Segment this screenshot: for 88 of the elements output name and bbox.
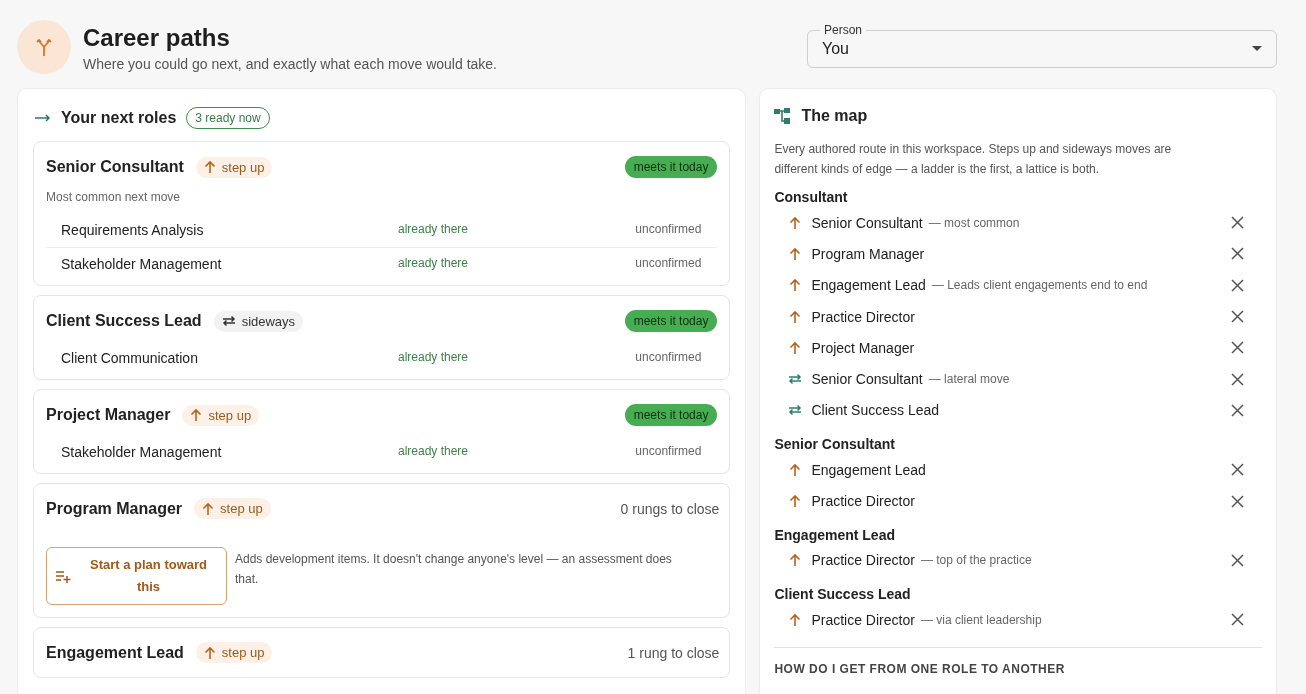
arrow-up-icon xyxy=(788,278,803,293)
swap-arrows-icon xyxy=(788,373,803,386)
hierarchy-icon xyxy=(774,108,792,124)
arrow-up-icon xyxy=(788,340,803,355)
page-title: Career paths xyxy=(83,24,231,52)
arrow-up-icon xyxy=(190,408,203,422)
status-badge: meets it today xyxy=(624,404,718,426)
route-target: Program Manager xyxy=(811,245,925,262)
start-plan-button[interactable]: Start a plan toward this xyxy=(46,547,227,605)
page-subtitle: Where you could go next, and exactly what each move would take. xyxy=(83,56,498,72)
route-target: Practice Director xyxy=(811,611,915,628)
map-description: Every authored route in this workspace. Steps up and sideways moves are different kinds of edge — a ladder is the first, a lattice is both. xyxy=(774,141,1173,178)
arrow-up-icon xyxy=(788,215,803,230)
route-note: — via client leadership xyxy=(920,612,1042,627)
skill-state: already there xyxy=(398,256,470,272)
group-heading: Engagement Lead xyxy=(774,526,896,543)
close-icon[interactable] xyxy=(1231,247,1244,261)
close-icon[interactable] xyxy=(1231,463,1244,477)
role-title: Project Manager xyxy=(46,406,171,424)
skill-state: already there xyxy=(398,222,470,238)
arrow-up-icon xyxy=(202,501,215,516)
move-tag: sideways xyxy=(213,310,304,332)
route-note: — top of the practice xyxy=(920,553,1032,568)
route-target: Senior Consultant xyxy=(811,371,923,388)
status-badge: meets it today xyxy=(624,156,718,178)
dropdown-caret-icon xyxy=(1252,46,1262,52)
swap-arrows-icon xyxy=(221,315,236,327)
confirmation-status: unconfirmed xyxy=(635,444,702,460)
route-note: — lateral move xyxy=(928,372,1010,387)
confirmation-status: unconfirmed xyxy=(635,350,702,366)
route-target: Practice Director xyxy=(811,308,915,325)
arrow-up-icon xyxy=(203,160,216,174)
plan-note: Adds development items. It doesn't change anyone's level — an assessment does that. xyxy=(235,551,673,588)
close-icon[interactable] xyxy=(1231,494,1244,508)
route-target: Engagement Lead xyxy=(811,461,926,478)
arrow-up-icon xyxy=(788,462,803,477)
arrow-up-icon xyxy=(203,645,216,660)
skill-name: Stakeholder Management xyxy=(61,256,223,272)
close-icon[interactable] xyxy=(1231,216,1244,230)
arrow-up-icon xyxy=(788,246,803,261)
move-tag: step up xyxy=(194,498,271,519)
route-target: Senior Consultant xyxy=(811,214,923,231)
skill-name: Stakeholder Management xyxy=(61,444,223,460)
skill-state: already there xyxy=(398,350,470,366)
section-title: Your next roles xyxy=(61,109,177,127)
route-target: Client Success Lead xyxy=(811,402,940,419)
arrow-up-icon xyxy=(788,494,803,508)
group-heading: Client Success Lead xyxy=(774,585,912,602)
route-target: Project Manager xyxy=(811,339,915,356)
section-title: The map xyxy=(801,107,868,125)
role-subtitle: Most common next move xyxy=(46,190,182,204)
close-icon[interactable] xyxy=(1231,278,1244,292)
close-icon[interactable] xyxy=(1231,403,1244,417)
role-title: Engagement Lead xyxy=(46,643,184,662)
move-tag: step up xyxy=(195,156,273,178)
confirmation-status: unconfirmed xyxy=(635,222,702,238)
rungs-to-close: 1 rung to close xyxy=(627,644,720,661)
arrow-right-icon xyxy=(35,114,51,122)
arrow-up-icon xyxy=(788,309,803,324)
close-icon[interactable] xyxy=(1231,613,1244,627)
arrow-up-icon xyxy=(788,553,803,568)
route-note: — Leads client engagements end to end xyxy=(931,278,1148,293)
confirmation-status: unconfirmed xyxy=(635,256,702,272)
move-tag: step up xyxy=(195,642,273,663)
add-to-list-icon xyxy=(55,569,71,583)
skill-name: Client Communication xyxy=(61,350,199,366)
close-icon[interactable] xyxy=(1231,372,1244,386)
rungs-to-close: 0 rungs to close xyxy=(620,500,720,517)
group-heading: Senior Consultant xyxy=(774,436,896,453)
skill-state: already there xyxy=(398,444,470,460)
role-title: Senior Consultant xyxy=(46,158,184,176)
close-icon[interactable] xyxy=(1231,553,1244,567)
move-tag: step up xyxy=(182,404,260,426)
arrow-up-icon xyxy=(788,612,803,627)
group-heading: Consultant xyxy=(774,189,849,205)
section-heading: HOW DO I GET FROM ONE ROLE TO ANOTHER xyxy=(774,662,1066,677)
skill-name: Requirements Analysis xyxy=(61,222,205,238)
route-target: Practice Director xyxy=(811,552,915,569)
swap-arrows-icon xyxy=(788,404,803,417)
status-badge: meets it today xyxy=(624,310,718,332)
close-icon[interactable] xyxy=(1231,310,1244,324)
role-title: Client Success Lead xyxy=(46,312,202,330)
branch-icon xyxy=(17,20,71,74)
role-title: Program Manager xyxy=(46,499,183,518)
route-target: Practice Director xyxy=(811,493,915,509)
close-icon[interactable] xyxy=(1231,341,1244,355)
route-note: — most common xyxy=(928,215,1020,230)
route-target: Engagement Lead xyxy=(811,277,926,294)
